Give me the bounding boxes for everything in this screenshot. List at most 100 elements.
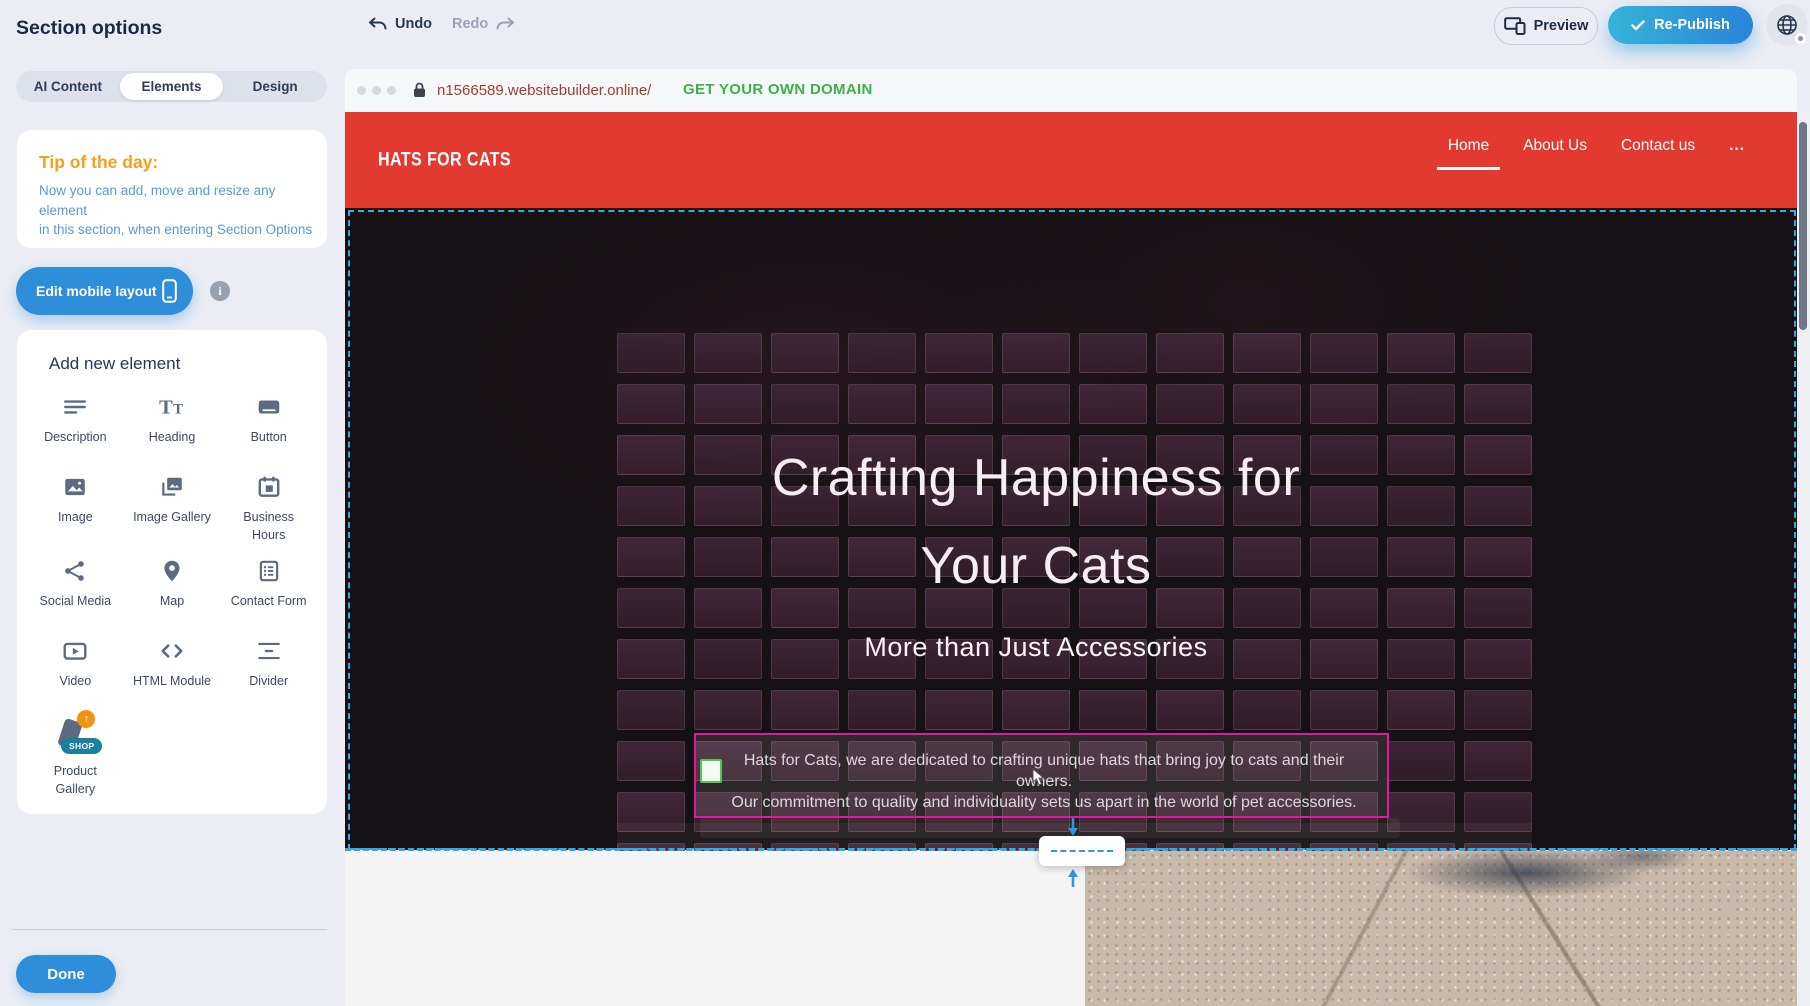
preview-label: Preview xyxy=(1534,18,1589,34)
nav-contact-us[interactable]: Contact us xyxy=(1621,137,1695,155)
element-business-hours[interactable]: Business Hours xyxy=(220,472,317,544)
phone-icon xyxy=(162,279,177,303)
row-highlight-overlay-2 xyxy=(700,818,1400,838)
hero-tile xyxy=(1464,741,1532,781)
nav-about-us[interactable]: About Us xyxy=(1523,137,1587,155)
tab-ai-content[interactable]: AI Content xyxy=(16,73,120,100)
element-html-module[interactable]: HTML Module xyxy=(124,636,221,704)
contact-form-icon xyxy=(256,556,282,586)
tip-of-the-day-card: Tip of the day: Now you can add, move an… xyxy=(17,130,327,248)
hero-tile xyxy=(1387,690,1455,730)
edit-mobile-label: Edit mobile layout xyxy=(36,283,157,299)
image-gallery-icon xyxy=(159,472,185,502)
undo-icon xyxy=(368,17,387,31)
element-map[interactable]: Map xyxy=(124,556,221,624)
hero-tile xyxy=(771,690,839,730)
republish-label: Re-Publish xyxy=(1654,17,1730,33)
hero-tile xyxy=(1156,690,1224,730)
preview-button[interactable]: Preview xyxy=(1494,7,1598,45)
hero-tile xyxy=(1387,333,1455,373)
hero-tile xyxy=(694,333,762,373)
image-icon xyxy=(62,472,88,502)
sidebar-divider xyxy=(12,929,327,930)
hero-tile xyxy=(1310,333,1378,373)
undo-label: Undo xyxy=(395,16,432,32)
hero-tile xyxy=(925,690,993,730)
hero-tile xyxy=(617,333,685,373)
globe-badge-dot xyxy=(1795,33,1806,44)
hero-tile xyxy=(1464,435,1532,475)
button-icon xyxy=(256,392,282,422)
nav-home[interactable]: Home xyxy=(1448,137,1489,155)
description-icon xyxy=(62,392,88,422)
resize-arrow-up-icon xyxy=(1067,868,1079,892)
element-divider[interactable]: Divider xyxy=(220,636,317,704)
hero-tile xyxy=(1310,690,1378,730)
get-domain-link[interactable]: GET YOUR OWN DOMAIN xyxy=(683,81,873,98)
heading-icon: TT xyxy=(158,392,186,422)
hero-tile xyxy=(1002,333,1070,373)
hero-tile xyxy=(925,333,993,373)
site-nav: Home About Us Contact us ... xyxy=(1448,126,1745,166)
hero-tile xyxy=(1233,333,1301,373)
check-icon xyxy=(1631,20,1645,31)
element-image[interactable]: Image xyxy=(27,472,124,544)
site-url[interactable]: n1566589.websitebuilder.online/ xyxy=(437,82,651,99)
tip-title: Tip of the day: xyxy=(39,152,158,173)
redo-icon xyxy=(496,17,515,31)
element-button[interactable]: Button xyxy=(220,392,317,460)
hero-tile xyxy=(1079,384,1147,424)
element-social-media[interactable]: Social Media xyxy=(27,556,124,624)
hero-subheading[interactable]: More than Just Accessories xyxy=(636,632,1436,663)
shop-badge: SHOP xyxy=(61,738,102,754)
hero-section[interactable]: Crafting Happiness for Your Cats More th… xyxy=(345,208,1797,850)
element-video[interactable]: Video xyxy=(27,636,124,704)
hero-tile xyxy=(1387,741,1455,781)
add-element-title: Add new element xyxy=(49,354,317,374)
element-description[interactable]: Description xyxy=(27,392,124,460)
hero-tile xyxy=(848,384,916,424)
info-icon[interactable]: i xyxy=(210,281,230,301)
redo-button[interactable]: Redo xyxy=(452,16,515,32)
sidebar-tabs: AI Content Elements Design xyxy=(16,71,327,102)
scrollbar-thumb[interactable] xyxy=(1799,122,1807,330)
hero-heading[interactable]: Crafting Happiness for Your Cats xyxy=(636,434,1436,610)
tab-design[interactable]: Design xyxy=(223,73,327,100)
element-product-gallery[interactable]: ↑ SHOP Product Gallery xyxy=(27,716,124,798)
edit-mobile-layout-button[interactable]: Edit mobile layout xyxy=(16,267,193,315)
republish-button[interactable]: Re-Publish xyxy=(1608,6,1753,44)
hero-tile xyxy=(694,384,762,424)
hero-tile xyxy=(848,690,916,730)
hero-tile xyxy=(1464,537,1532,577)
element-image-gallery[interactable]: Image Gallery xyxy=(124,472,221,544)
hero-tile xyxy=(925,384,993,424)
svg-text:T: T xyxy=(173,401,183,417)
window-dots xyxy=(357,86,396,95)
redo-label: Redo xyxy=(452,16,488,32)
hero-tile xyxy=(1156,333,1224,373)
page-title: Section options xyxy=(16,17,162,40)
hero-tile xyxy=(694,690,762,730)
done-button[interactable]: Done xyxy=(16,955,116,993)
language-globe-button[interactable] xyxy=(1766,4,1808,46)
globe-icon xyxy=(1775,13,1799,37)
hero-tile xyxy=(1079,690,1147,730)
mouse-cursor xyxy=(1032,768,1045,791)
hero-tile xyxy=(1233,384,1301,424)
hero-tile xyxy=(771,384,839,424)
divider-icon xyxy=(256,636,282,666)
code-icon xyxy=(159,636,185,666)
nav-more[interactable]: ... xyxy=(1729,137,1745,155)
hero-tile xyxy=(1387,384,1455,424)
hero-tile xyxy=(1464,384,1532,424)
hero-tile xyxy=(617,741,685,781)
business-hours-icon xyxy=(256,472,282,502)
social-media-icon xyxy=(62,556,88,586)
undo-button[interactable]: Undo xyxy=(368,16,432,32)
tab-elements[interactable]: Elements xyxy=(120,73,224,100)
tip-body: Now you can add, move and resize any ele… xyxy=(39,181,327,240)
section-resize-handle[interactable] xyxy=(1039,836,1125,866)
element-contact-form[interactable]: Contact Form xyxy=(220,556,317,624)
element-heading[interactable]: TT Heading xyxy=(124,392,221,460)
hero-tile xyxy=(1079,333,1147,373)
